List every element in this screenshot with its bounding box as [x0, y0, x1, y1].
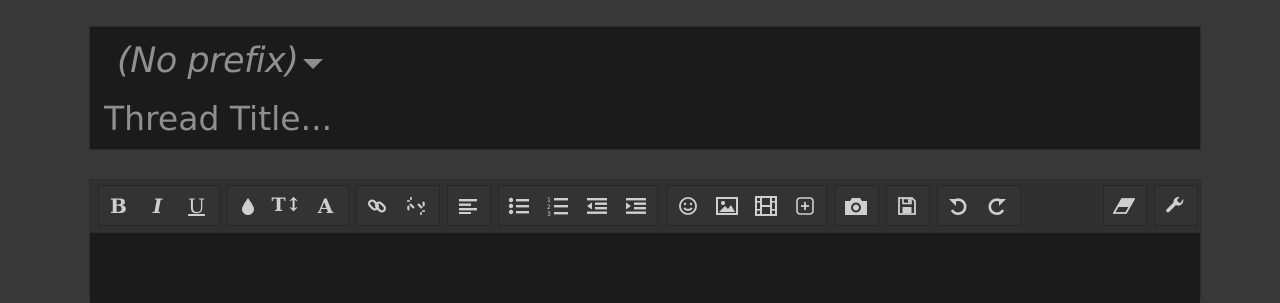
- align-group: [447, 185, 491, 226]
- screenshot-group: [835, 185, 879, 226]
- redo-icon: [988, 197, 1006, 215]
- align-left-button[interactable]: [448, 186, 487, 225]
- outdent-icon: [586, 197, 607, 214]
- film-icon: [754, 195, 777, 216]
- bullet-list-icon: [508, 197, 529, 214]
- redo-button[interactable]: [977, 186, 1016, 225]
- editor-toolbar: B I U T↕ A 1 2 3: [90, 180, 1200, 232]
- underline-button[interactable]: U: [177, 186, 216, 225]
- italic-button[interactable]: I: [138, 186, 177, 225]
- insert-more-button[interactable]: [785, 186, 824, 225]
- text-style-group: B I U: [98, 185, 220, 226]
- insert-media-button[interactable]: [746, 186, 785, 225]
- smiley-icon: [678, 196, 697, 215]
- camera-icon: [844, 197, 867, 215]
- draft-group: [886, 185, 930, 226]
- svg-text:2: 2: [547, 204, 551, 211]
- font-family-button[interactable]: A: [306, 186, 345, 225]
- numbered-list-icon: 123: [547, 197, 568, 216]
- link-icon: [367, 198, 386, 213]
- options-group: [1154, 185, 1198, 226]
- insert-link-button[interactable]: [357, 186, 396, 225]
- remove-link-button[interactable]: [396, 186, 435, 225]
- align-left-icon: [458, 198, 477, 214]
- link-group: [356, 185, 440, 226]
- outdent-button[interactable]: [577, 186, 616, 225]
- svg-text:3: 3: [547, 211, 551, 216]
- remove-formatting-button[interactable]: [1104, 186, 1143, 225]
- history-group: [937, 185, 1021, 226]
- thread-title-panel: (No prefix): [89, 26, 1201, 150]
- indent-icon: [625, 197, 646, 214]
- rich-text-editor: B I U T↕ A 1 2 3: [89, 179, 1201, 303]
- thread-title-input[interactable]: [104, 97, 1184, 139]
- text-color-button[interactable]: [228, 186, 267, 225]
- unlink-icon: [406, 196, 425, 215]
- insert-group: [667, 185, 827, 226]
- svg-text:1: 1: [547, 197, 551, 204]
- image-icon: [715, 196, 738, 215]
- indent-button[interactable]: [616, 186, 655, 225]
- clear-format-group: [1103, 185, 1147, 226]
- attach-image-button[interactable]: [836, 186, 875, 225]
- plus-square-icon: [795, 196, 814, 215]
- undo-icon: [948, 197, 966, 215]
- editor-content-area[interactable]: [90, 233, 1200, 303]
- undo-button[interactable]: [938, 186, 977, 225]
- bold-button[interactable]: B: [99, 186, 138, 225]
- floppy-icon: [897, 196, 916, 215]
- smilie-button[interactable]: [668, 186, 707, 225]
- droplet-icon: [241, 197, 254, 215]
- prefix-dropdown[interactable]: (No prefix): [117, 41, 324, 81]
- font-size-button[interactable]: T↕: [267, 186, 306, 225]
- save-draft-button[interactable]: [887, 186, 926, 225]
- insert-image-button[interactable]: [707, 186, 746, 225]
- caret-down-icon: [303, 59, 324, 69]
- eraser-icon: [1112, 197, 1135, 214]
- list-group: 123: [498, 185, 658, 226]
- bullet-list-button[interactable]: [499, 186, 538, 225]
- prefix-label: (No prefix): [117, 41, 299, 81]
- toggle-bbcode-button[interactable]: [1155, 186, 1194, 225]
- font-group: T↕ A: [227, 185, 349, 226]
- wrench-icon: [1165, 196, 1183, 212]
- numbered-list-button[interactable]: 123: [538, 186, 577, 225]
